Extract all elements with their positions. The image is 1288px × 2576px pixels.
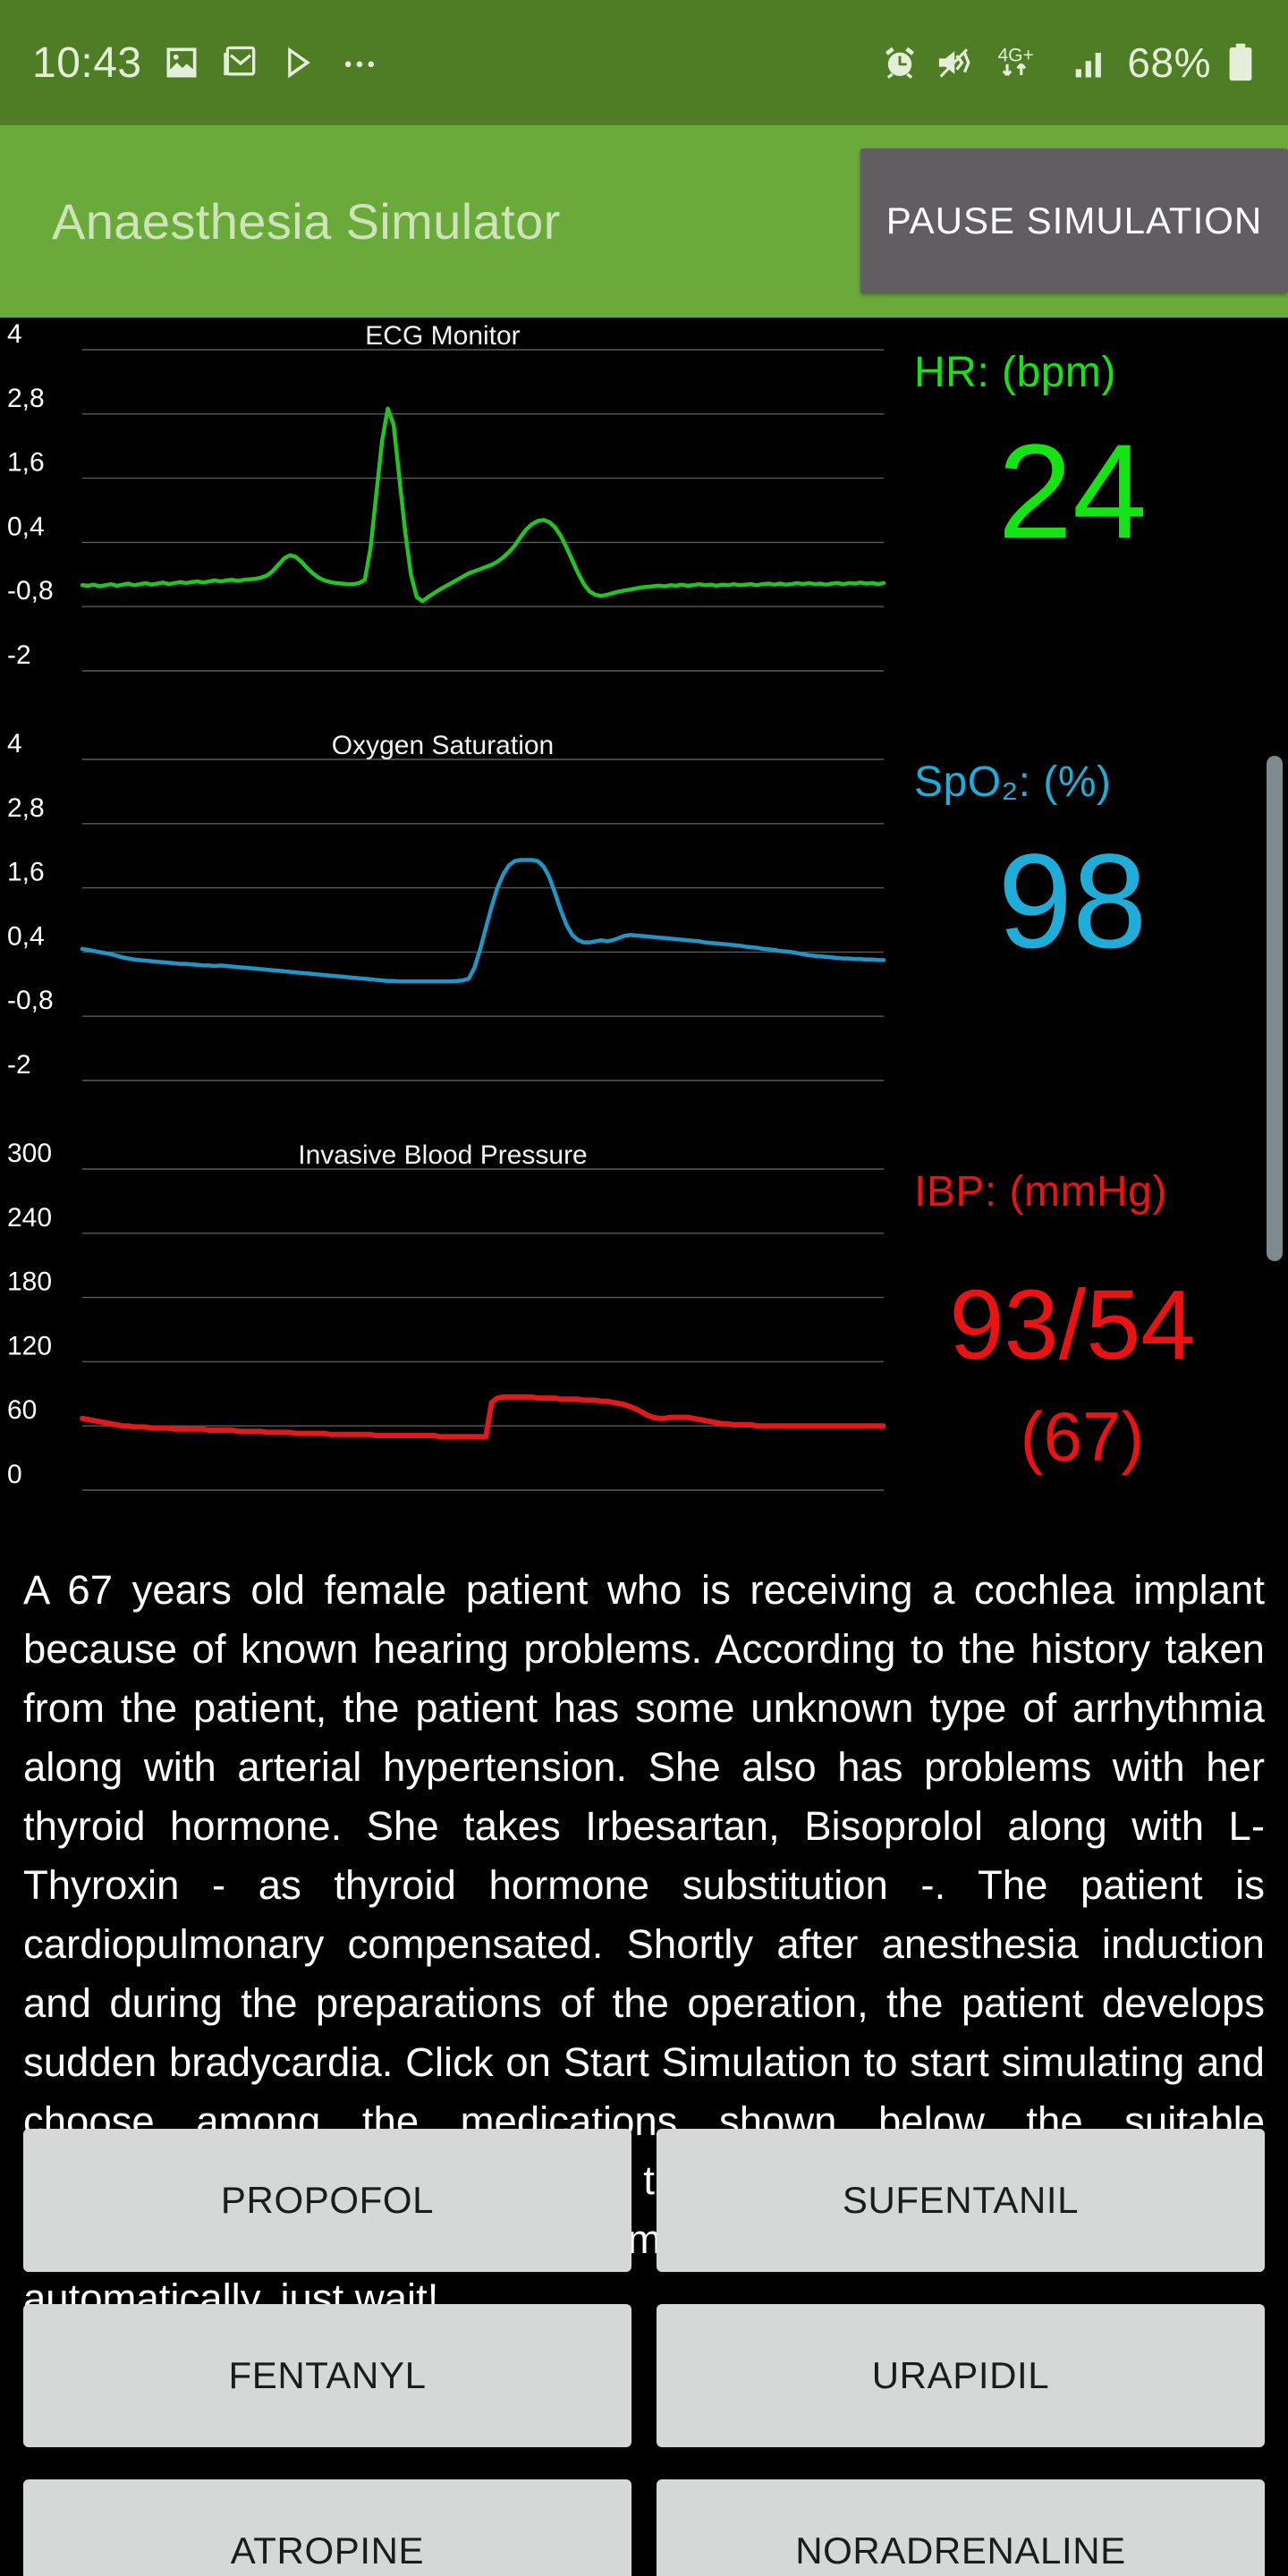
y-axis-tick-label: -0,8 xyxy=(7,576,54,606)
y-axis-tick-label: 1,6 xyxy=(7,448,45,478)
medication-button-urapidil[interactable]: URAPIDIL xyxy=(657,2304,1265,2447)
waveform-line xyxy=(80,1394,886,1440)
y-axis-tick-label: 0,4 xyxy=(7,921,45,951)
ibp-chart: 300 240 180 120 60 0 Invasive Blood Pressure xyxy=(0,1137,886,1546)
ecg-chart: 4 2,8 1,6 0,4 -0,8 -2 ECG Monitor xyxy=(0,318,886,727)
spo2-panel: SpO₂: (%) 98 xyxy=(886,727,1288,1137)
signal-bars-icon xyxy=(1076,53,1102,78)
y-axis-tick-label: 180 xyxy=(7,1267,52,1297)
status-bar-left: 10:43 xyxy=(32,38,380,88)
ibp-value: 93/54 xyxy=(949,1270,1196,1380)
ibp-chart-svg: 300240180120600 xyxy=(7,1139,886,1491)
y-axis-tick-label: 240 xyxy=(7,1203,52,1233)
vibrate-icon xyxy=(939,48,971,78)
spo2-chart: 4 2,8 1,6 0,4 -0,8 -2 Oxygen Saturation xyxy=(0,727,886,1137)
play-store-icon xyxy=(287,47,310,79)
mobile-data-icon: 4G+ xyxy=(998,45,1034,77)
ibp-mean-value: (67) xyxy=(1020,1397,1145,1476)
hr-panel: HR: (bpm) 24 xyxy=(886,318,1288,727)
status-bar-right: 4G+ 68% xyxy=(880,38,1256,87)
ecg-chart-title: ECG Monitor xyxy=(365,321,521,351)
svg-text:4G+: 4G+ xyxy=(998,45,1034,65)
waveform-line xyxy=(80,406,886,604)
hr-label: HR: (bpm) xyxy=(914,349,1116,396)
battery-icon xyxy=(1229,43,1252,81)
medication-button-atropine[interactable]: ATROPINE xyxy=(23,2479,631,2576)
y-axis-tick-label: 1,6 xyxy=(7,858,45,887)
spo2-chart-svg: 42,81,60,4-0,8-2 xyxy=(7,729,886,1081)
page-title: Anaesthesia Simulator xyxy=(52,193,561,250)
y-axis-tick-label: 2,8 xyxy=(7,793,45,823)
medication-button-propofol[interactable]: PROPOFOL xyxy=(23,2129,631,2272)
more-notifications-icon xyxy=(344,61,374,68)
y-axis-tick-label: 60 xyxy=(7,1395,37,1425)
spo2-chart-title: Oxygen Saturation xyxy=(331,731,555,760)
y-axis-tick-label: -2 xyxy=(7,1050,31,1080)
spo2-row: 4 2,8 1,6 0,4 -0,8 -2 Oxygen Saturation SpO₂:… xyxy=(0,727,1288,1137)
y-axis-tick-label: -0,8 xyxy=(7,986,54,1015)
y-axis-tick-label: -2 xyxy=(7,640,31,670)
medication-button-grid: PROPOFOL SUFENTANIL FENTANYL URAPIDIL AT… xyxy=(0,2129,1288,2576)
vertical-scrollbar-thumb[interactable] xyxy=(1267,756,1283,1261)
ibp-chart-title: Invasive Blood Pressure xyxy=(298,1140,588,1170)
photos-icon xyxy=(166,47,197,78)
alarm-icon xyxy=(886,47,915,79)
battery-percent-label: 68% xyxy=(1127,39,1211,86)
hr-value: 24 xyxy=(997,416,1148,566)
ibp-label: IBP: (mmHg) xyxy=(914,1168,1167,1216)
app-bar: Anaesthesia Simulator PAUSE SIMULATION xyxy=(0,125,1288,318)
ibp-row: 300 240 180 120 60 0 Invasive Blood Pressure … xyxy=(0,1137,1288,1546)
status-bar-clock: 10:43 xyxy=(32,38,142,87)
spo2-label: SpO₂: (%) xyxy=(914,758,1112,806)
y-axis-tick-label: 0,4 xyxy=(7,512,45,541)
waveform-line xyxy=(80,858,886,984)
spo2-value: 98 xyxy=(997,826,1148,976)
pause-simulation-button[interactable]: PAUSE SIMULATION xyxy=(860,148,1288,293)
ecg-chart-svg: 42,81,60,4-0,8-2 xyxy=(7,319,886,672)
ibp-panel: IBP: (mmHg) 93/54 (67) xyxy=(886,1137,1288,1546)
y-axis-tick-label: 2,8 xyxy=(7,384,45,413)
status-bar: 10:43 4G+ 68% xyxy=(0,0,1288,125)
ecg-row: 4 2,8 1,6 0,4 -0,8 -2 ECG Monitor HR: (bpm) 2… xyxy=(0,318,1288,727)
medication-button-fentanyl[interactable]: FENTANYL xyxy=(23,2304,631,2447)
y-axis-tick-label: 120 xyxy=(7,1331,52,1360)
anaesthesia-simulator-screen: 10:43 4G+ 68% Anaesthesia Simulator PAUS… xyxy=(0,0,1288,2576)
y-axis-tick-label: 0 xyxy=(7,1460,22,1489)
medication-button-noradrenaline[interactable]: NORADRENALINE xyxy=(657,2479,1265,2576)
medication-button-sufentanil[interactable]: SUFENTANIL xyxy=(657,2129,1265,2272)
gmail-icon xyxy=(223,46,255,76)
vitals-monitor: 4 2,8 1,6 0,4 -0,8 -2 ECG Monitor HR: (bpm) 2… xyxy=(0,318,1288,1547)
